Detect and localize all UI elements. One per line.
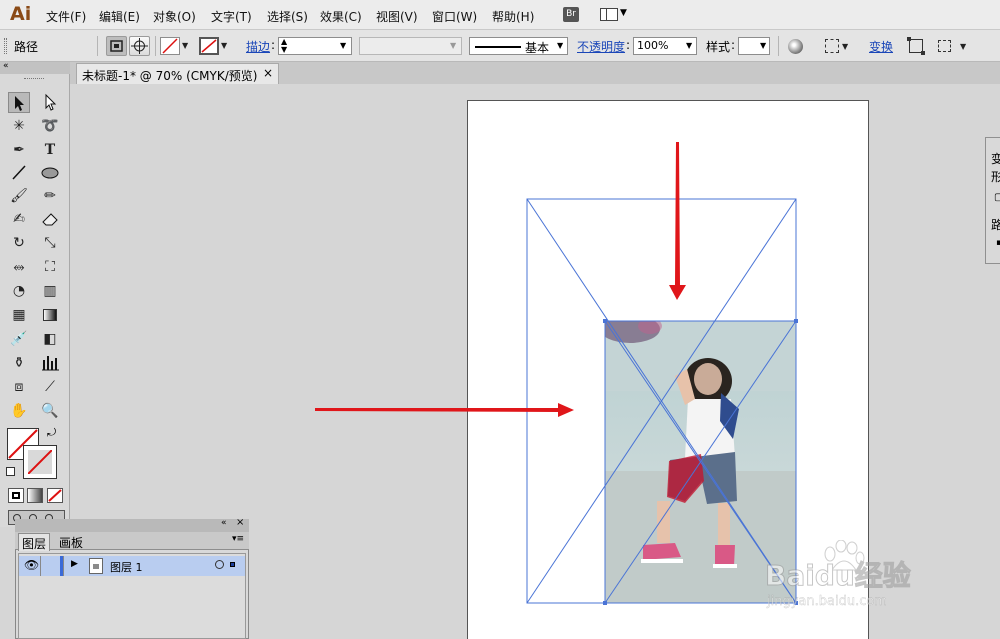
visibility-eye-icon[interactable]: 👁 — [24, 558, 39, 572]
anchor-handle[interactable] — [603, 319, 607, 323]
tab-layers[interactable]: 图层 — [18, 533, 50, 551]
watermark-brand: Baidu经验 — [765, 559, 912, 593]
divider — [63, 556, 64, 576]
right-panel-char-1[interactable]: 变 — [991, 150, 1000, 167]
arrow-right-icon — [315, 403, 574, 417]
arrow-down-icon — [669, 142, 686, 300]
anchor-handle[interactable] — [794, 319, 798, 323]
right-panel-char-3[interactable]: 路 — [991, 216, 1000, 233]
layer-row[interactable]: 👁 ▶ 图层 1 — [19, 556, 245, 576]
right-panel: 变 形 ▢ 路 ▪ — [985, 137, 1000, 264]
layers-panel-header: « × — [15, 517, 249, 532]
transform-icon[interactable]: ▢ — [994, 192, 1000, 203]
baidu-watermark: Baidu经验 jingyan.baidu.com — [765, 540, 995, 630]
layers-tab-bar — [15, 532, 249, 550]
collapse-panel-icon[interactable]: « — [221, 518, 227, 528]
panel-menu-icon[interactable]: ▾≡ — [232, 534, 244, 544]
layer-thumbnail — [89, 558, 103, 574]
close-panel-icon[interactable]: × — [236, 517, 244, 528]
pathfinder-icon[interactable]: ▪ — [996, 238, 1000, 248]
anchor-handle[interactable] — [603, 601, 607, 605]
target-icon[interactable] — [215, 560, 224, 569]
divider — [40, 556, 41, 576]
right-panel-char-2[interactable]: 形 — [991, 168, 1000, 185]
selection-indicator[interactable] — [230, 562, 235, 567]
watermark-url: jingyan.baidu.com — [767, 594, 887, 609]
layer-name[interactable]: 图层 1 — [110, 559, 143, 575]
tab-artboards[interactable]: 画板 — [54, 533, 88, 550]
expand-triangle-icon[interactable]: ▶ — [71, 559, 78, 569]
